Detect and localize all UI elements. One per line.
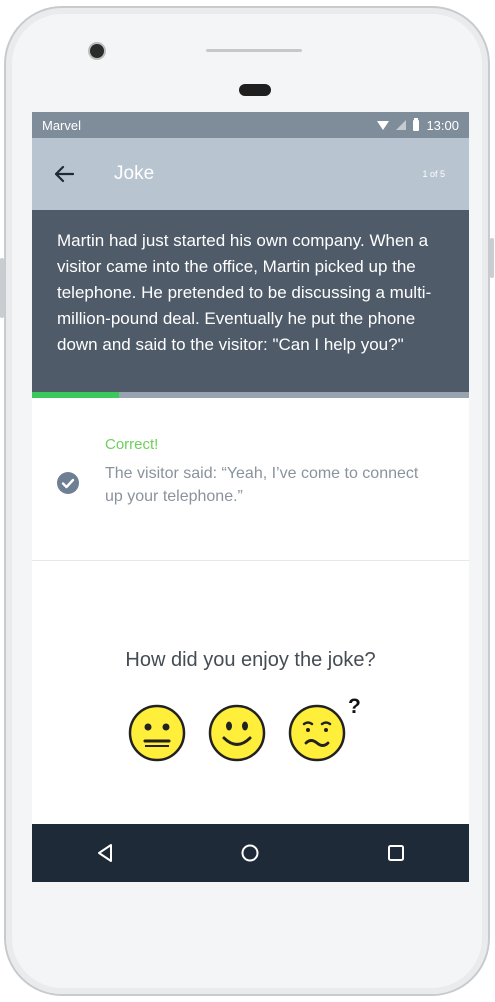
rating-options [127, 703, 347, 763]
wifi-icon [377, 120, 390, 130]
joke-counter: 1 of 5 [422, 169, 445, 179]
question-mark: ? [348, 695, 361, 718]
joke-panel: Martin had just started his own company.… [32, 210, 469, 392]
page-title: Joke [114, 163, 155, 184]
home-circle-icon [241, 844, 259, 862]
app-bar: Joke 1 of 5 [32, 138, 469, 210]
rating-question: How did you enjoy the joke? [125, 649, 376, 671]
carrier-label: Marvel [42, 117, 82, 133]
clock: 13:00 [426, 117, 459, 133]
system-nav-bar [32, 824, 469, 882]
phone-screen: Marvel 13:00 Joke 1 of 5 Martin had just… [32, 112, 469, 882]
answer-text: The visitor said: “Yeah, I’ve come to co… [105, 465, 419, 505]
arrow-left-icon [54, 165, 74, 183]
battery-icon [413, 117, 420, 131]
back-triangle-icon [97, 844, 112, 862]
neutral-face-icon[interactable] [127, 703, 187, 763]
nav-home-button[interactable] [220, 833, 280, 873]
speaker-grille [206, 49, 302, 52]
correct-label: Correct! [105, 436, 159, 453]
earpiece [239, 84, 271, 96]
smiling-face-icon[interactable] [207, 703, 267, 763]
status-icons: 13:00 [377, 117, 459, 133]
nav-recents-button[interactable] [366, 833, 426, 873]
status-bar: Marvel 13:00 [32, 112, 469, 138]
signal-icon [396, 120, 407, 130]
recents-square-icon [388, 845, 405, 861]
nav-back-button[interactable] [75, 833, 135, 873]
check-circle-icon [57, 472, 79, 494]
joke-text: Martin had just started his own company.… [57, 231, 432, 354]
answer-section: Correct! The visitor said: “Yeah, I’ve c… [32, 398, 469, 561]
power-button [490, 238, 494, 278]
back-button[interactable] [36, 165, 92, 183]
confused-face-icon[interactable] [287, 703, 347, 763]
front-camera [90, 44, 104, 58]
volume-button [0, 258, 4, 318]
